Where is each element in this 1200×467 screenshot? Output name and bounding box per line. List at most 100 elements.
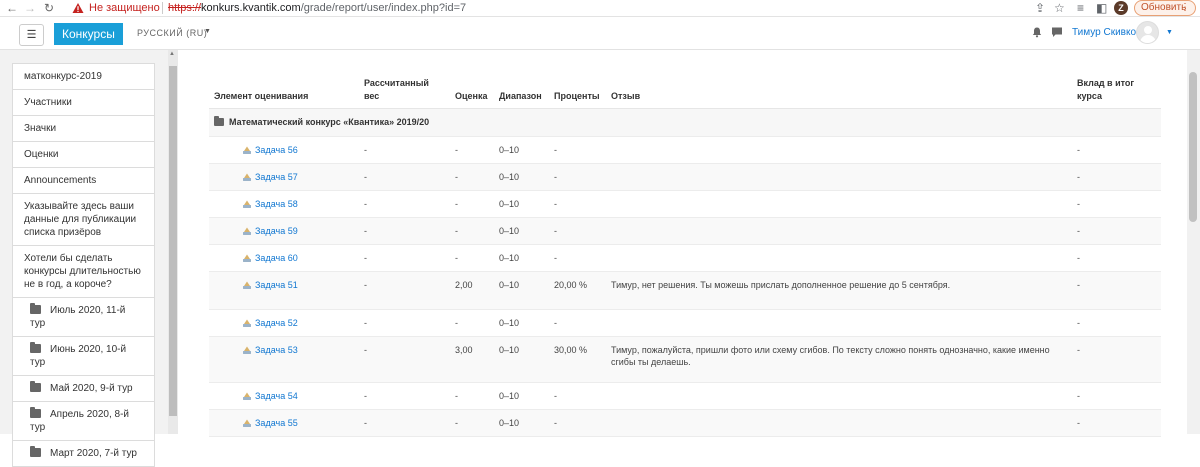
menu-toggle-button[interactable]: ☰ bbox=[19, 24, 44, 46]
not-secure-label[interactable]: Не защищено bbox=[89, 2, 160, 15]
cell-weight: - bbox=[359, 163, 450, 191]
drawer-folder-july[interactable]: Июль 2020, 11-й тур bbox=[12, 298, 155, 337]
cell-feedback bbox=[606, 163, 1072, 191]
side-panel-icon[interactable]: ◧ bbox=[1096, 1, 1107, 15]
drawer-item-grades[interactable]: Оценки bbox=[12, 142, 155, 168]
user-menu-caret-icon[interactable]: ▼ bbox=[1166, 29, 1173, 36]
cell-item: Задача 54 bbox=[209, 382, 359, 410]
drawer-scrollbar-thumb[interactable] bbox=[169, 66, 177, 416]
cell-weight: - bbox=[359, 136, 450, 164]
cell-feedback bbox=[606, 136, 1072, 164]
grade-row: Задача 54- -0–10- - bbox=[209, 382, 1161, 410]
assignment-icon bbox=[243, 281, 251, 289]
cell-item: Задача 58 bbox=[209, 190, 359, 218]
folder-icon bbox=[214, 116, 224, 126]
warning-icon[interactable] bbox=[72, 2, 84, 14]
assignment-link[interactable]: Задача 56 bbox=[255, 145, 298, 155]
cell-grade: - bbox=[450, 409, 494, 437]
drawer-folder-label: Апрель 2020, 8-й тур bbox=[30, 409, 129, 433]
more-vert-icon: ⋮ bbox=[1180, 2, 1190, 13]
cell-contribution: - bbox=[1072, 163, 1161, 191]
grade-row: Задача 52- -0–10- - bbox=[209, 309, 1161, 337]
assignment-link[interactable]: Задача 53 bbox=[255, 345, 298, 355]
cell-percent: - bbox=[549, 163, 606, 191]
cell-range: 0–10 bbox=[494, 271, 549, 310]
scroll-up-icon[interactable]: ▲ bbox=[169, 51, 175, 57]
drawer-folder-april[interactable]: Апрель 2020, 8-й тур bbox=[12, 402, 155, 441]
caret-down-icon[interactable]: ▼ bbox=[204, 28, 211, 35]
assignment-icon bbox=[243, 146, 251, 154]
category-row: Математический конкурс «Квантика» 2019/2… bbox=[209, 108, 1161, 137]
assignment-link[interactable]: Задача 60 bbox=[255, 253, 298, 263]
bookmark-star-icon[interactable]: ☆ bbox=[1054, 1, 1065, 15]
page-scrollbar-thumb[interactable] bbox=[1189, 72, 1197, 222]
cell-range: 0–10 bbox=[494, 409, 549, 437]
drawer-folder-march[interactable]: Март 2020, 7-й тур bbox=[12, 441, 155, 467]
assignment-link[interactable]: Задача 54 bbox=[255, 391, 298, 401]
cell-percent: - bbox=[549, 382, 606, 410]
share-icon[interactable]: ⇪ bbox=[1035, 1, 1045, 15]
reload-icon[interactable]: ↻ bbox=[42, 1, 56, 15]
assignment-icon bbox=[243, 319, 251, 327]
site-brand[interactable]: Конкурсы bbox=[54, 23, 123, 45]
col-header-feedback: Отзыв bbox=[606, 75, 1072, 109]
grade-row: Задача 60- -0–10- - bbox=[209, 244, 1161, 272]
assignment-link[interactable]: Задача 52 bbox=[255, 318, 298, 328]
assignment-link[interactable]: Задача 57 bbox=[255, 172, 298, 182]
drawer-item-course[interactable]: матконкурс-2019 bbox=[12, 63, 155, 90]
cell-range: 0–10 bbox=[494, 163, 549, 191]
cell-feedback bbox=[606, 244, 1072, 272]
page-scrollbar[interactable] bbox=[1187, 50, 1200, 434]
cell-contribution: - bbox=[1072, 382, 1161, 410]
messages-icon[interactable] bbox=[1051, 26, 1063, 38]
col-header-item: Элемент оценивания bbox=[209, 75, 359, 109]
browser-toolbar: ← → ↻ Не защищено https://konkurs.kvanti… bbox=[0, 0, 1200, 17]
user-name[interactable]: Тимур Скивко bbox=[1072, 27, 1136, 39]
cell-item: Задача 57 bbox=[209, 163, 359, 191]
language-menu[interactable]: РУССКИЙ (RU) bbox=[137, 27, 207, 39]
cell-percent: - bbox=[549, 244, 606, 272]
back-icon[interactable]: ← bbox=[5, 1, 19, 15]
user-avatar[interactable] bbox=[1136, 21, 1159, 44]
assignment-icon bbox=[243, 173, 251, 181]
cell-percent: - bbox=[549, 409, 606, 437]
cell-item: Задача 55 bbox=[209, 409, 359, 437]
assignment-icon bbox=[243, 419, 251, 427]
drawer-folder-june[interactable]: Июнь 2020, 10-й тур bbox=[12, 337, 155, 376]
cell-grade: - bbox=[450, 244, 494, 272]
cell-contribution: - bbox=[1072, 190, 1161, 218]
drawer-item-badges[interactable]: Значки bbox=[12, 116, 155, 142]
drawer-item-winners-data[interactable]: Указывайте здесь ваши данные для публика… bbox=[12, 194, 155, 246]
folder-icon bbox=[30, 381, 41, 392]
cell-feedback bbox=[606, 217, 1072, 245]
cell-range: 0–10 bbox=[494, 336, 549, 383]
drawer-item-announcements[interactable]: Announcements bbox=[12, 168, 155, 194]
cell-contribution: - bbox=[1072, 336, 1161, 383]
assignment-link[interactable]: Задача 55 bbox=[255, 418, 298, 428]
assignment-icon bbox=[243, 254, 251, 262]
cell-item: Задача 56 bbox=[209, 136, 359, 164]
cell-range: 0–10 bbox=[494, 190, 549, 218]
cell-weight: - bbox=[359, 336, 450, 383]
drawer-folder-may[interactable]: Май 2020, 9-й тур bbox=[12, 376, 155, 402]
drawer-item-short-contests[interactable]: Хотели бы сделать конкурсы длительностью… bbox=[12, 246, 155, 298]
assignment-link[interactable]: Задача 51 bbox=[255, 280, 298, 290]
reading-list-icon[interactable]: ≡ bbox=[1077, 1, 1084, 15]
profile-avatar[interactable]: Z bbox=[1114, 1, 1128, 15]
notifications-icon[interactable] bbox=[1031, 26, 1043, 38]
assignment-link[interactable]: Задача 58 bbox=[255, 199, 298, 209]
update-button[interactable]: Обновить ⋮ bbox=[1134, 0, 1196, 16]
col-header-grade: Оценка bbox=[450, 75, 494, 109]
grade-row: Задача 57- -0–10- - bbox=[209, 163, 1161, 191]
drawer-scrollbar[interactable]: ▲ bbox=[168, 50, 178, 434]
avatar-head bbox=[1144, 26, 1152, 34]
address-bar[interactable]: https://konkurs.kvantik.com/grade/report… bbox=[168, 2, 466, 15]
grade-row: Задача 58- -0–10- - bbox=[209, 190, 1161, 218]
assignment-link[interactable]: Задача 59 bbox=[255, 226, 298, 236]
drawer-item-participants[interactable]: Участники bbox=[12, 90, 155, 116]
cell-percent: - bbox=[549, 190, 606, 218]
forward-icon[interactable]: → bbox=[23, 1, 37, 15]
cell-range: 0–10 bbox=[494, 136, 549, 164]
drawer-folder-label: Июль 2020, 11-й тур bbox=[30, 305, 126, 329]
cell-feedback: Тимур, пожалуйста, пришли фото или схему… bbox=[606, 336, 1072, 383]
